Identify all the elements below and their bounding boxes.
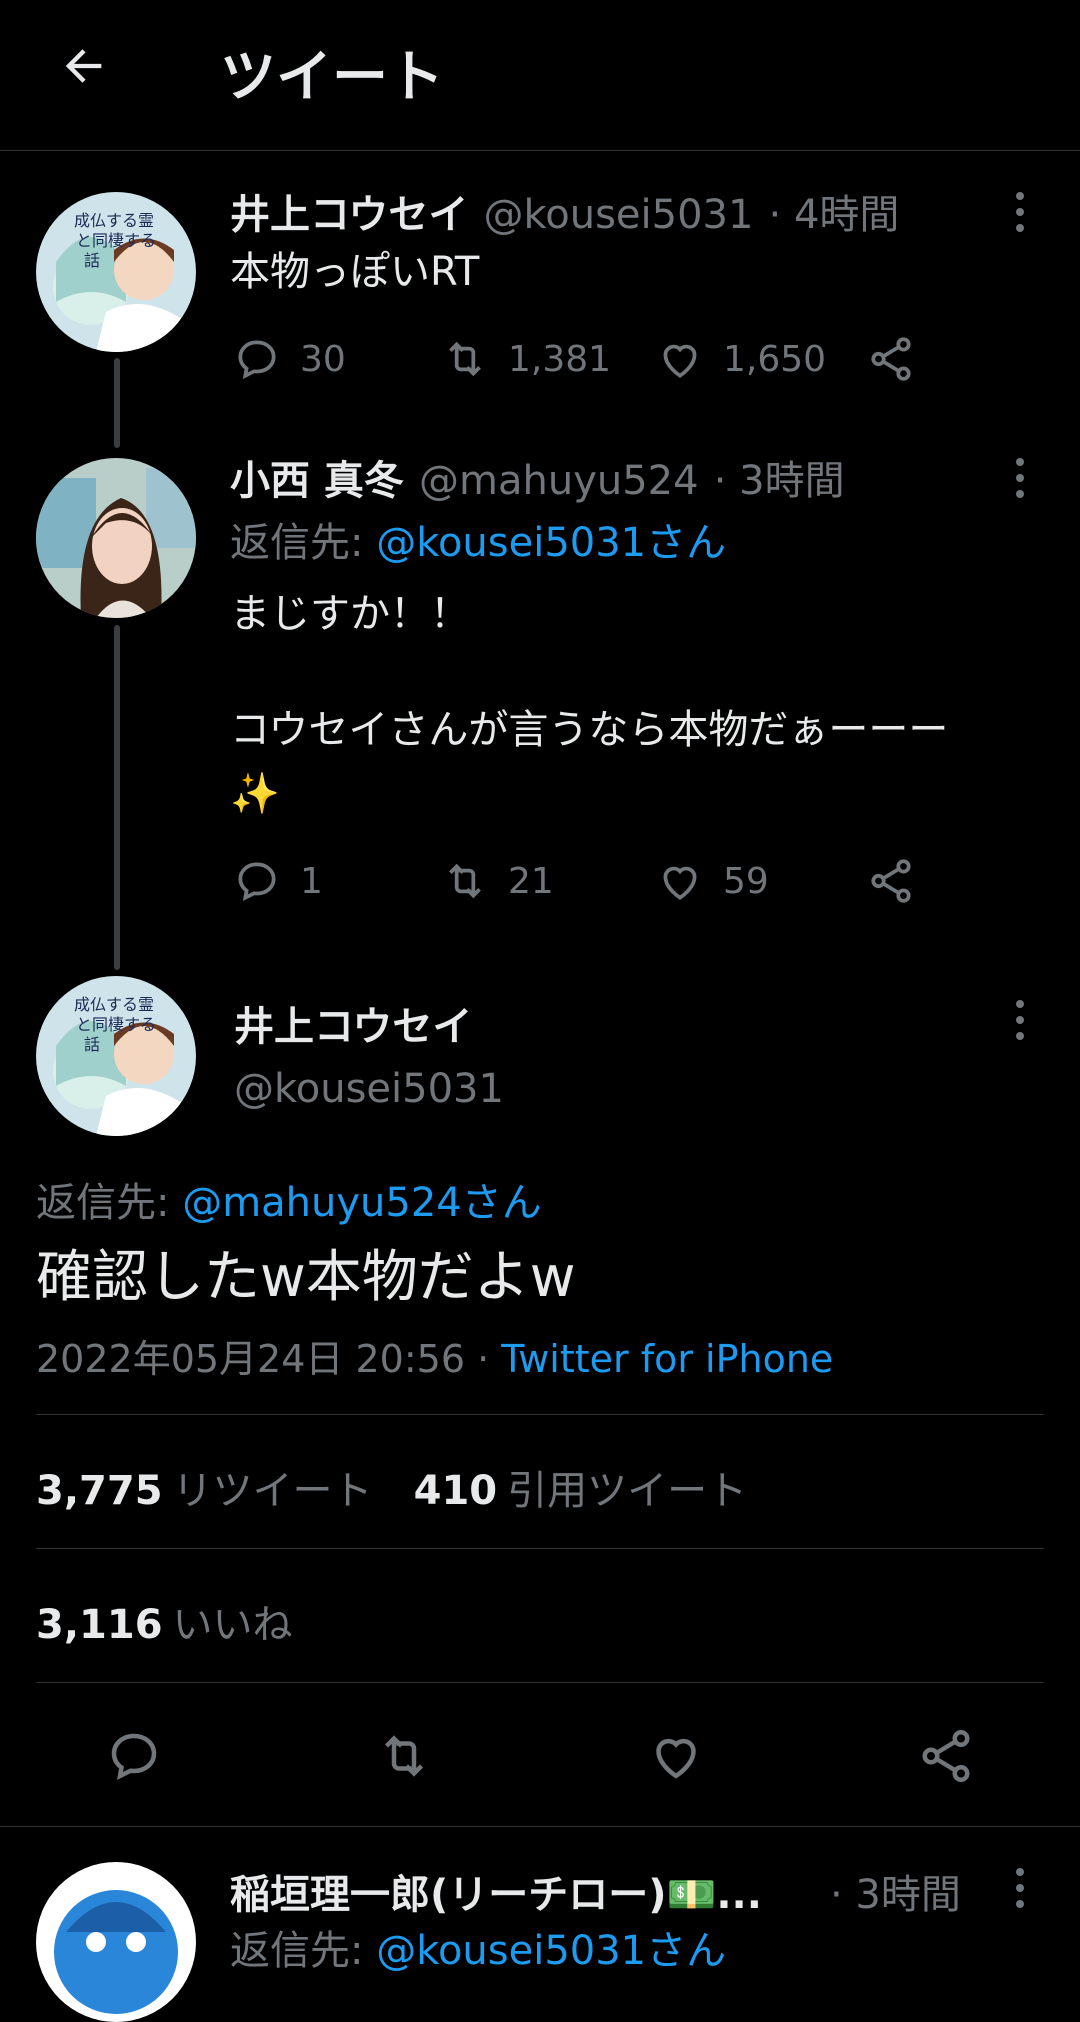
quote-total: 410 xyxy=(413,1468,498,1514)
reply-prefix: 返信先: xyxy=(230,520,364,566)
tweet-header: 井上コウセイ @kousei5031 · 4時間 xyxy=(230,182,899,240)
avatar[interactable]: 成仏する霊 と同棲する 話 xyxy=(36,976,196,1136)
tweet-time: · 3時間 xyxy=(713,458,845,504)
share-button[interactable] xyxy=(866,856,916,906)
share-button[interactable] xyxy=(866,334,916,384)
retweet-icon[interactable] xyxy=(374,1726,434,1786)
retweet-icon xyxy=(449,863,481,899)
reply-context: 返信先: @mahuyu524さん xyxy=(36,1170,542,1228)
tweet-time: · 3時間 xyxy=(830,1872,961,1918)
svg-text:話: 話 xyxy=(84,251,100,270)
quote-label: 引用ツイート xyxy=(507,1468,748,1514)
reply-button[interactable]: 1 xyxy=(232,856,323,906)
more-options-icon[interactable] xyxy=(1014,192,1026,236)
sparkles-emoji: ✨ xyxy=(230,771,280,817)
like-button[interactable]: 59 xyxy=(655,856,769,906)
more-options-icon[interactable] xyxy=(1014,458,1026,502)
reply-button[interactable]: 30 xyxy=(232,334,346,384)
like-count: 59 xyxy=(723,860,769,902)
tweet-text: 本物っぽいRT xyxy=(230,249,480,295)
tweet-header: 小西 真冬 @mahuyu524 · 3時間 xyxy=(230,448,845,506)
likes-stat[interactable]: 3,116 いいね xyxy=(36,1592,293,1650)
reply-mention-link[interactable]: @mahuyu524さん xyxy=(182,1180,542,1226)
author-name[interactable]: 稲垣理一郎(リーチロー)💵... xyxy=(230,1872,762,1918)
heart-icon[interactable] xyxy=(646,1726,706,1786)
retweet-count: 21 xyxy=(508,860,554,902)
engagement-stats: 3,775 リツイート 410 引用ツイート xyxy=(36,1458,747,1516)
svg-text:と同棲する: と同棲する xyxy=(76,231,156,250)
tweet-time: · 4時間 xyxy=(768,192,900,238)
share-icon[interactable] xyxy=(916,1726,976,1786)
retweet-button[interactable]: 1,381 xyxy=(440,334,611,384)
more-options-icon[interactable] xyxy=(1014,1868,1026,1912)
retweet-count: 1,381 xyxy=(508,338,612,380)
divider xyxy=(36,1414,1044,1415)
reply-prefix: 返信先: xyxy=(230,1928,364,1974)
top-bar: ツイート xyxy=(0,0,1080,151)
svg-text:成仏する霊: 成仏する霊 xyxy=(74,995,154,1014)
avatar[interactable]: 成仏する霊 と同棲する 話 xyxy=(36,192,196,352)
retweets-stat[interactable]: 3,775 リツイート xyxy=(36,1468,378,1514)
avatar[interactable] xyxy=(36,1862,196,2022)
divider xyxy=(36,1548,1044,1549)
quotes-stat[interactable]: 410 引用ツイート xyxy=(414,1468,748,1514)
svg-text:話: 話 xyxy=(84,1035,100,1054)
tweet-header: 稲垣理一郎(リーチロー)💵... xyxy=(230,1862,930,1920)
tweet-meta: 2022年05月24日 20:56 · Twitter for iPhone xyxy=(36,1328,833,1383)
author-name[interactable]: 井上コウセイ xyxy=(230,192,468,238)
reply-icon xyxy=(238,340,276,380)
main-tweet-text: 確認したw本物だよw xyxy=(36,1245,576,1310)
author-name[interactable]: 小西 真冬 xyxy=(230,458,404,504)
share-icon xyxy=(871,859,911,903)
heart-icon xyxy=(663,866,697,900)
author-handle[interactable]: @kousei5031 xyxy=(484,192,754,238)
like-button[interactable]: 1,650 xyxy=(655,334,826,384)
avatar[interactable] xyxy=(36,458,196,618)
page-title: ツイート xyxy=(220,45,444,110)
divider xyxy=(0,1826,1080,1827)
svg-text:成仏する霊: 成仏する霊 xyxy=(74,211,154,230)
reply-count: 30 xyxy=(300,338,346,380)
thread-connector xyxy=(114,358,120,448)
source-link[interactable]: Twitter for iPhone xyxy=(501,1337,833,1381)
divider xyxy=(36,1682,1044,1683)
svg-text:と同棲する: と同棲する xyxy=(76,1015,156,1034)
reply-count: 1 xyxy=(300,860,323,902)
author-handle[interactable]: @mahuyu524 xyxy=(419,458,699,504)
arrow-left-icon[interactable] xyxy=(58,40,110,92)
retweet-label: リツイート xyxy=(172,1468,373,1514)
author-name[interactable]: 井上コウセイ xyxy=(234,994,472,1052)
thread-connector xyxy=(114,625,120,970)
share-icon xyxy=(871,337,911,381)
reply-mention-link[interactable]: @kousei5031さん xyxy=(376,520,726,566)
reply-mention-link[interactable]: @kousei5031さん xyxy=(376,1928,726,1974)
reply-context: 返信先: @kousei5031さん xyxy=(230,1918,726,1976)
reply-icon[interactable] xyxy=(104,1726,164,1786)
author-handle[interactable]: @kousei5031 xyxy=(234,1066,504,1112)
retweet-button[interactable]: 21 xyxy=(440,856,554,906)
reply-context: 返信先: @kousei5031さん xyxy=(230,510,726,568)
like-count: 1,650 xyxy=(723,338,827,380)
more-options-icon[interactable] xyxy=(1014,1000,1026,1044)
timestamp[interactable]: 2022年05月24日 20:56 · xyxy=(36,1337,489,1381)
tweet-text: コウセイさんが言うなら本物だぁーーー xyxy=(230,707,949,753)
like-label: いいね xyxy=(172,1602,293,1648)
like-total: 3,116 xyxy=(36,1602,163,1648)
heart-icon xyxy=(663,344,697,378)
retweet-icon xyxy=(449,341,481,377)
tweet-text: まじすか！！ xyxy=(230,591,470,637)
reply-icon xyxy=(238,862,276,902)
retweet-total: 3,775 xyxy=(36,1468,163,1514)
reply-prefix: 返信先: xyxy=(36,1180,170,1226)
